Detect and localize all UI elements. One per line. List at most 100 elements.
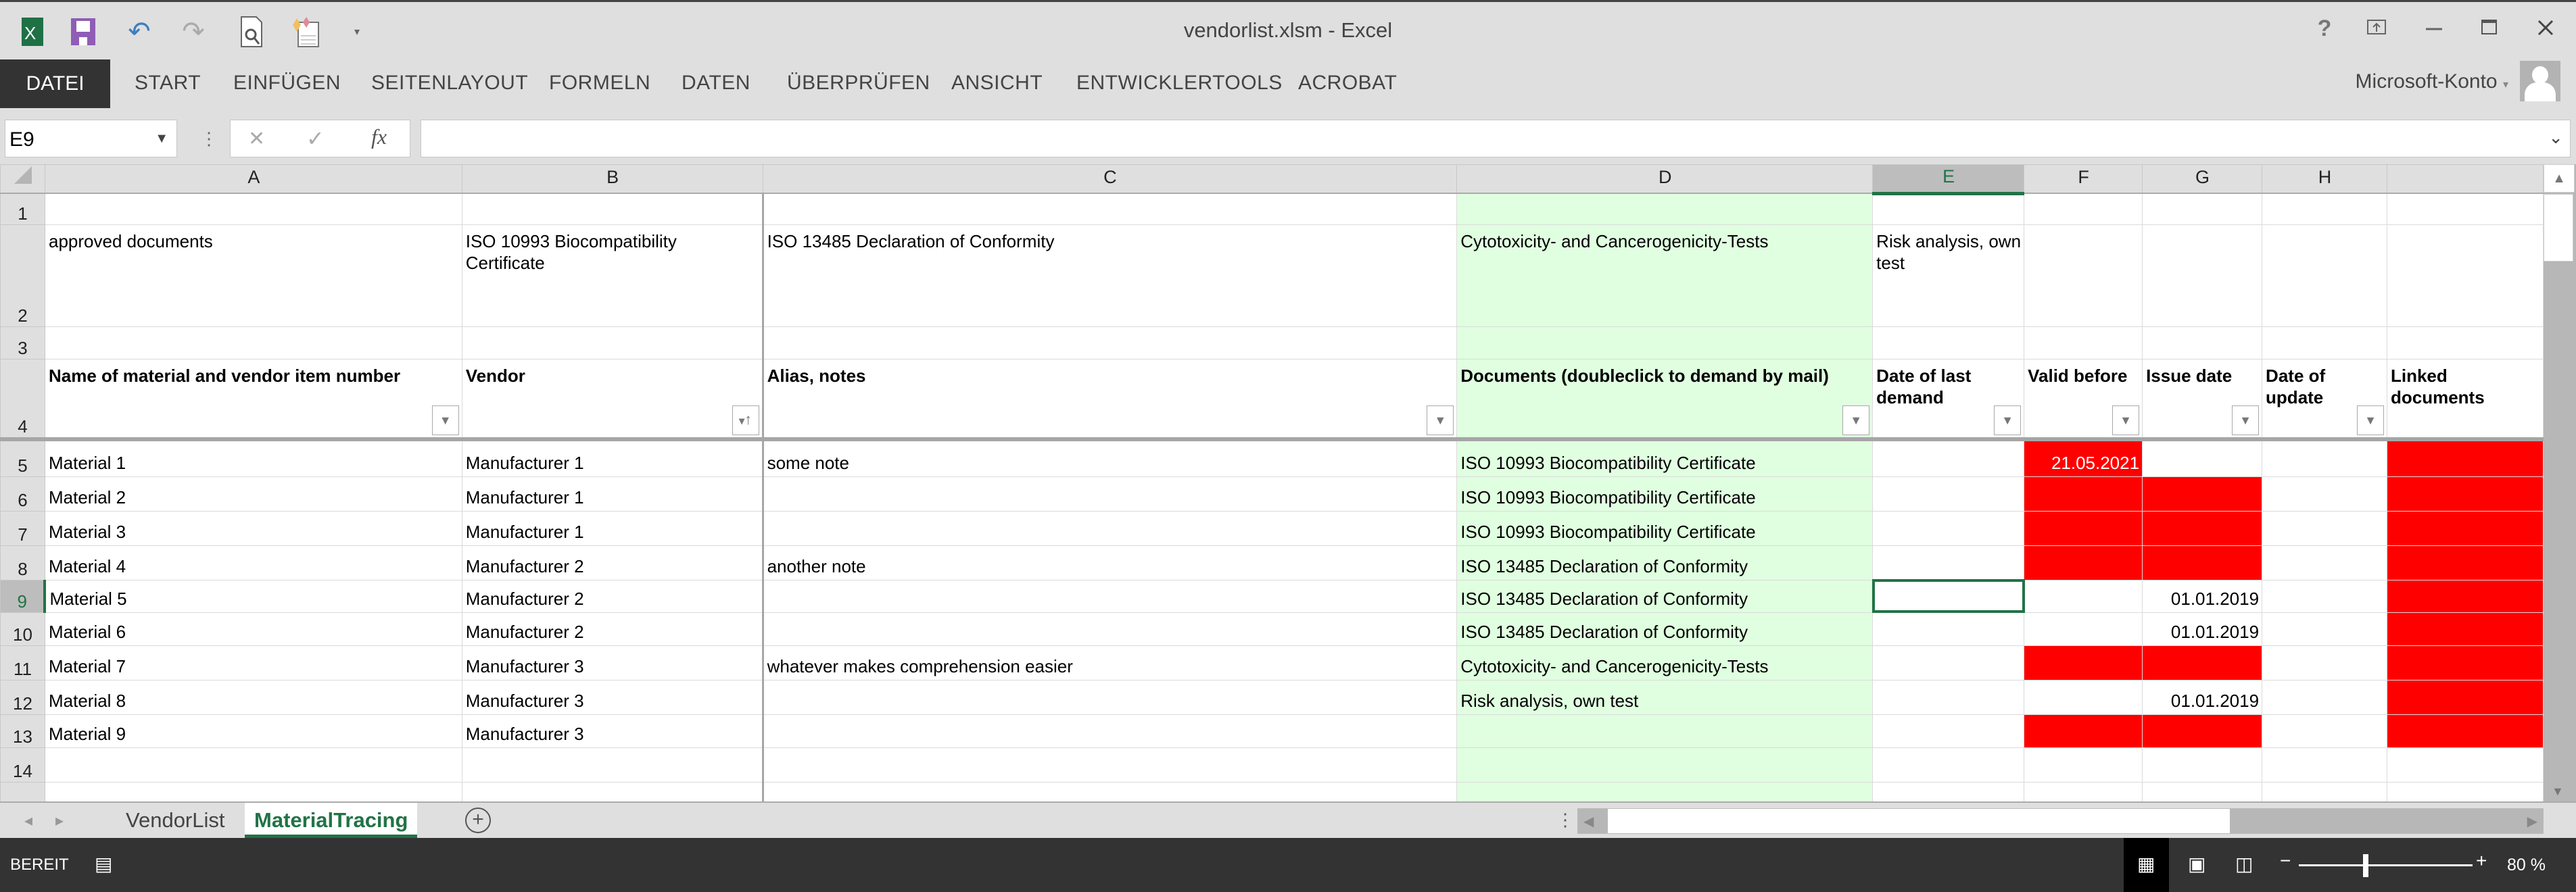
cell-g11[interactable]	[2142, 645, 2263, 680]
cell-c15[interactable]	[762, 781, 1458, 801]
cell-a14[interactable]	[44, 747, 462, 783]
formula-input[interactable]: ⌄	[421, 120, 2571, 157]
cell-g7[interactable]	[2142, 510, 2263, 546]
cell-d14[interactable]	[1456, 747, 1874, 783]
worksheet-grid[interactable]: A B C D E F G H 1 2 approved documents ISO 10993 Bi…	[0, 164, 2544, 801]
cell-c3[interactable]	[762, 326, 1458, 360]
cell-b8[interactable]: Manufacturer 2	[461, 545, 764, 580]
sheet-tab-vendorlist[interactable]: VendorList	[116, 803, 235, 838]
cell-a1[interactable]	[44, 193, 462, 225]
cell-g9[interactable]: 01.01.2019	[2142, 579, 2263, 613]
cell-f9[interactable]	[2024, 579, 2143, 613]
cell-d6[interactable]: ISO 10993 Biocompatibility Certificate	[1456, 476, 1874, 512]
column-header-h[interactable]: H	[2262, 164, 2387, 194]
cell-a12[interactable]: Material 8	[44, 679, 462, 715]
cell-h9[interactable]	[2262, 579, 2387, 613]
cell-f12[interactable]	[2024, 679, 2143, 715]
cell-i2[interactable]	[2386, 224, 2544, 327]
cell-c1[interactable]	[762, 193, 1458, 225]
row-header-15[interactable]: 15	[0, 781, 45, 801]
zoom-out-icon[interactable]: −	[2280, 850, 2291, 872]
filter-dropdown-button[interactable]: ▼	[1842, 405, 1870, 435]
zoom-in-icon[interactable]: +	[2476, 850, 2487, 872]
cell-h15[interactable]	[2262, 781, 2387, 801]
cell-f8[interactable]	[2024, 545, 2143, 580]
cell-c6[interactable]	[762, 476, 1458, 512]
cell-d9[interactable]: ISO 13485 Declaration of Conformity	[1456, 579, 1874, 613]
cell-c7[interactable]	[762, 510, 1458, 546]
row-header-14[interactable]: 14	[0, 747, 45, 783]
scroll-down-icon[interactable]: ▼	[2552, 785, 2564, 799]
row-header-9[interactable]: 9	[0, 579, 47, 613]
confirm-icon[interactable]: ✓	[306, 126, 325, 151]
cell-e13[interactable]	[1872, 714, 2025, 748]
page-break-view-icon[interactable]: ◫	[2235, 853, 2253, 875]
row-header-2[interactable]: 2	[0, 224, 45, 327]
cell-h2[interactable]	[2262, 224, 2387, 327]
cell-e8[interactable]	[1872, 545, 2025, 580]
cell-h1[interactable]	[2262, 193, 2387, 225]
cell-a10[interactable]: Material 6	[44, 612, 462, 646]
filter-dropdown-button[interactable]: ▼	[431, 405, 459, 435]
cell-f15[interactable]	[2024, 781, 2143, 801]
macro-record-icon[interactable]: ▤	[95, 853, 112, 875]
cell-h12[interactable]	[2262, 679, 2387, 715]
cell-g14[interactable]	[2142, 747, 2263, 783]
cell-d10[interactable]: ISO 13485 Declaration of Conformity	[1456, 612, 1874, 646]
zoom-level[interactable]: 80 %	[2507, 856, 2546, 875]
cell-g6[interactable]	[2142, 476, 2263, 512]
column-header-f[interactable]: F	[2024, 164, 2143, 194]
filter-dropdown-button[interactable]: ▼	[2112, 405, 2140, 435]
ribbon-display-icon[interactable]	[2356, 16, 2397, 42]
cell-g15[interactable]	[2142, 781, 2263, 801]
row-header-8[interactable]: 8	[0, 545, 45, 580]
cell-e5[interactable]	[1872, 439, 2025, 477]
cell-a9[interactable]: Material 5	[44, 579, 462, 613]
cell-f14[interactable]	[2024, 747, 2143, 783]
help-button[interactable]: ?	[2304, 16, 2345, 42]
header-cell-c[interactable]: Alias, notes ▼	[762, 358, 1458, 441]
cell-i9[interactable]	[2386, 579, 2544, 613]
cell-c14[interactable]	[762, 747, 1458, 783]
cell-h6[interactable]	[2262, 476, 2387, 512]
cell-c10[interactable]	[762, 612, 1458, 646]
cell-b3[interactable]	[461, 326, 764, 360]
cell-a11[interactable]: Material 7	[44, 645, 462, 680]
cell-b13[interactable]: Manufacturer 3	[461, 714, 764, 748]
cell-b6[interactable]: Manufacturer 1	[461, 476, 764, 512]
cell-f2[interactable]	[2024, 224, 2143, 327]
cell-e14[interactable]	[1872, 747, 2025, 783]
cell-i13[interactable]	[2386, 714, 2544, 748]
cell-b2[interactable]: ISO 10993 Biocompatibility Certificate	[461, 224, 764, 327]
cell-e7[interactable]	[1872, 510, 2025, 546]
cell-g10[interactable]: 01.01.2019	[2142, 612, 2263, 646]
cell-i1[interactable]	[2386, 193, 2544, 225]
cell-e3[interactable]	[1872, 326, 2025, 360]
cell-i11[interactable]	[2386, 645, 2544, 680]
cell-e10[interactable]	[1872, 612, 2025, 646]
cell-g5[interactable]	[2142, 439, 2263, 477]
row-header-11[interactable]: 11	[0, 645, 45, 680]
cell-e1[interactable]	[1872, 193, 2025, 225]
sort-ascending-filter-button[interactable]: ▾↑	[732, 405, 759, 435]
cell-g13[interactable]	[2142, 714, 2263, 748]
row-header-3[interactable]: 3	[0, 326, 45, 360]
cell-e2[interactable]: Risk analysis, own test	[1872, 224, 2025, 327]
cell-f5[interactable]: 21.05.2021	[2024, 439, 2143, 477]
tab-page-layout[interactable]: SEITENLAYOUT	[371, 72, 528, 95]
header-cell-i[interactable]: Linked documents	[2386, 358, 2544, 441]
cell-e15[interactable]	[1872, 781, 2025, 801]
cell-d2[interactable]: Cytotoxicity- and Cancerogenicity-Tests	[1456, 224, 1874, 327]
cell-h11[interactable]	[2262, 645, 2387, 680]
cell-b12[interactable]: Manufacturer 3	[461, 679, 764, 715]
cell-c11[interactable]: whatever makes comprehension easier	[762, 645, 1458, 680]
column-header-b[interactable]: B	[461, 164, 763, 194]
cell-d7[interactable]: ISO 10993 Biocompatibility Certificate	[1456, 510, 1874, 546]
sheet-tab-materialtracing[interactable]: MaterialTracing	[245, 803, 418, 838]
cell-h10[interactable]	[2262, 612, 2387, 646]
horizontal-scrollbar[interactable]: ◀ ▶	[1577, 808, 2544, 834]
cell-g8[interactable]	[2142, 545, 2263, 580]
cell-d15[interactable]	[1456, 781, 1874, 801]
column-header-g[interactable]: G	[2142, 164, 2263, 194]
zoom-slider[interactable]	[2299, 864, 2473, 866]
